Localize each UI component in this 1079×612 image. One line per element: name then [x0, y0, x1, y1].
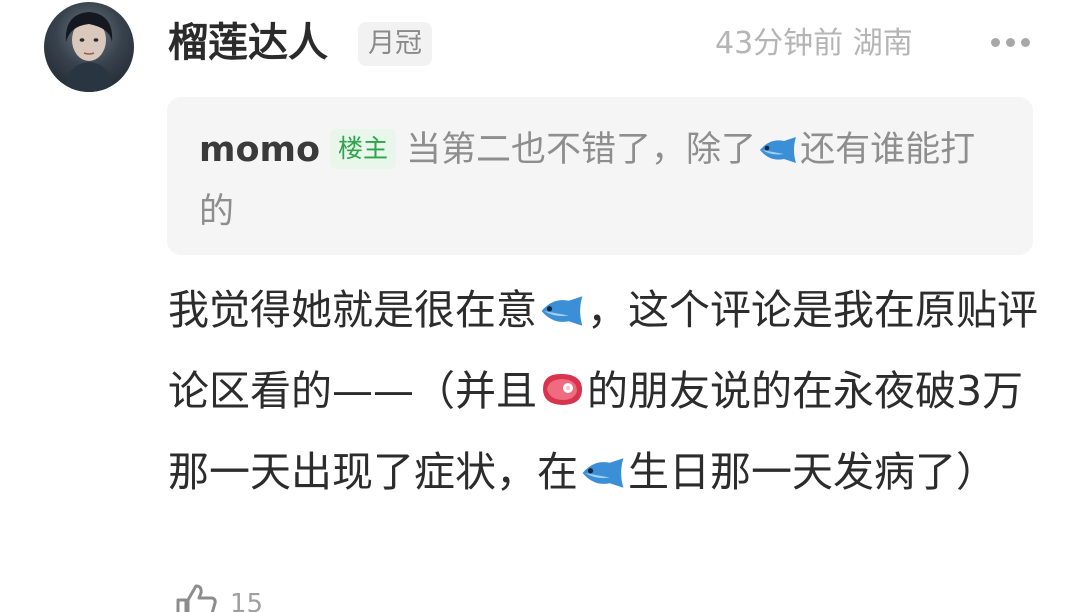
avatar[interactable]	[44, 2, 134, 92]
comment-body-part4: 生日那一天发病了）	[628, 448, 997, 496]
more-icon[interactable]	[982, 20, 1038, 64]
comment-card: 榴莲达人 月冠 43分钟前 湖南 momo 楼主 当第二也不错了，除了 还有谁能打的 …	[0, 0, 1079, 612]
quoted-reply-text: momo 楼主 当第二也不错了，除了 还有谁能打的	[199, 121, 1001, 241]
comment-body: 我觉得她就是很在意 ，这个评论是我在原贴评论区看的——（并且 的朋友说的在永夜破3万…	[168, 272, 1048, 515]
username[interactable]: 榴莲达人	[168, 16, 328, 70]
quoted-author[interactable]: momo	[199, 130, 320, 170]
quoted-reply[interactable]: momo 楼主 当第二也不错了，除了 还有谁能打的	[167, 97, 1033, 255]
meat-emoji	[537, 357, 587, 434]
quoted-text-part1: 当第二也不错了，除了	[406, 130, 757, 170]
fish-emoji	[537, 276, 587, 353]
thumbs-up-icon	[174, 582, 218, 612]
avatar-image	[64, 12, 114, 92]
comment-meta: 43分钟前 湖南	[715, 26, 913, 61]
op-badge: 楼主	[330, 129, 397, 169]
like-count: 15	[230, 589, 264, 612]
fish-emoji	[578, 438, 628, 515]
like-button[interactable]: 15	[174, 584, 263, 612]
fan-badge: 月冠	[358, 22, 432, 66]
comment-body-part1: 我觉得她就是很在意	[168, 286, 537, 334]
fish-emoji	[756, 125, 800, 183]
